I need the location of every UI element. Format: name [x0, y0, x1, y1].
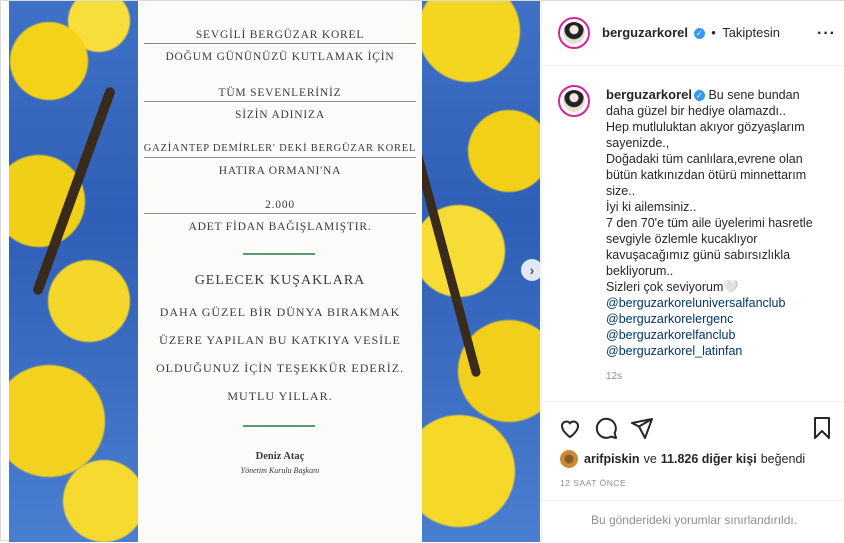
- cert-line: TÜM SEVENLERİNİZ: [218, 87, 342, 99]
- liker-username[interactable]: arifpiskin: [584, 452, 640, 466]
- caption-text: bekliyorum..: [606, 264, 674, 278]
- mention-link[interactable]: @berguzarkoreluniversalfanclub: [606, 295, 826, 311]
- certificate: SEVGİLİ BERGÜZAR KOREL DOĞUM GÜNÜNÜZÜ KU…: [138, 1, 422, 542]
- caption-text: daha güzel bir hediye olamazdı..: [606, 104, 786, 118]
- comment-icon[interactable]: [594, 416, 618, 440]
- action-bar: arifpiskin ve 11.826 diğer kişi beğendi …: [542, 401, 844, 542]
- mention-link[interactable]: @berguzarkorelergenc: [606, 311, 826, 327]
- caption-text: Bu sene bundan: [708, 88, 800, 102]
- caption-username[interactable]: berguzarkorel: [606, 87, 692, 102]
- mention-link[interactable]: @berguzarkorel_latinfan: [606, 343, 826, 359]
- signer-name: Deniz Ataç: [255, 451, 305, 462]
- caption-avatar[interactable]: [558, 85, 590, 117]
- follow-status[interactable]: Takiptesin: [722, 25, 780, 40]
- caption: berguzarkorel ✓ Bu sene bundan daha güzel…: [606, 87, 826, 359]
- cert-line: 2.000: [265, 199, 295, 211]
- separator: •: [711, 25, 716, 40]
- posted-ago[interactable]: 12 SAAT ÖNCE: [560, 478, 626, 488]
- cert-line: GAZİANTEP DEMİRLER' DEKİ BERGÜZAR KOREL: [143, 143, 417, 154]
- caption-text: kavuşacağımız günü sabırsızlıkla: [606, 248, 791, 262]
- cert-rule: [144, 43, 416, 44]
- likes-row: arifpiskin ve 11.826 diğer kişi beğendi: [560, 450, 805, 468]
- caption-text: Sizleri çok seviyorum🤍: [606, 280, 739, 294]
- caption-text: Hep mutluluktan akıyor gözyaşlarım: [606, 120, 805, 134]
- cert-line: SİZİN ADINIZA: [235, 109, 325, 121]
- mention-link[interactable]: @berguzarkorelfanclub: [606, 327, 826, 343]
- cert-line: DAHA GÜZEL BİR DÜNYA BIRAKMAK: [159, 305, 401, 319]
- comments-restricted-notice: Bu gönderideki yorumlar sınırlandırıldı.: [542, 500, 844, 543]
- cert-rule: [144, 101, 416, 102]
- branch-decor: [31, 85, 117, 297]
- signer-title: Yönetim Kurulu Başkanı: [240, 466, 320, 475]
- bookmark-icon[interactable]: [810, 416, 834, 440]
- cert-divider: [243, 425, 315, 427]
- heart-icon[interactable]: [558, 416, 582, 440]
- caption-text: Doğadaki tüm canlılara,evrene olan: [606, 152, 803, 166]
- caption-text: size..: [606, 184, 636, 198]
- share-icon[interactable]: [630, 416, 654, 440]
- verified-icon: ✓: [693, 28, 705, 39]
- next-image-button[interactable]: ›: [521, 259, 540, 281]
- cert-line: ADET FİDAN BAĞIŞLAMIŞTIR.: [188, 221, 372, 233]
- caption-text: sayenizde.,: [606, 136, 670, 150]
- caption-text: bütün katkınızdan ötürü minnettarım: [606, 168, 807, 182]
- likes-connector: ve: [643, 452, 657, 466]
- caption-text: İyi ki ailemsiniz..: [606, 200, 697, 214]
- more-dots-icon[interactable]: ···: [817, 25, 836, 43]
- chevron-right-icon: ›: [529, 262, 535, 278]
- cert-rule: [144, 213, 416, 214]
- cert-line: GELECEK KUŞAKLARA: [194, 273, 366, 288]
- cert-line: DOĞUM GÜNÜNÜZÜ KUTLAMAK İÇİN: [165, 51, 395, 63]
- cert-divider: [243, 253, 315, 255]
- cert-line: ÜZERE YAPILAN BU KATKIYA VESİLE: [159, 333, 401, 347]
- post-image[interactable]: SEVGİLİ BERGÜZAR KOREL DOĞUM GÜNÜNÜZÜ KU…: [9, 1, 540, 542]
- cert-line: SEVGİLİ BERGÜZAR KOREL: [195, 29, 365, 41]
- cert-line: OLDUĞUNUZ İÇİN TEŞEKKÜR EDERİZ.: [155, 361, 405, 375]
- cert-line: MUTLU YILLAR.: [227, 389, 333, 403]
- caption-time: 12s: [606, 371, 623, 382]
- likes-count[interactable]: 11.826 diğer kişi: [661, 452, 757, 466]
- post-dialog: SEVGİLİ BERGÜZAR KOREL DOĞUM GÜNÜNÜZÜ KU…: [0, 0, 844, 542]
- post-header: berguzarkorel ✓ • Takiptesin ···: [542, 1, 844, 66]
- post-side-panel: berguzarkorel ✓ • Takiptesin ··· berguza…: [541, 1, 844, 542]
- likes-suffix: beğendi: [760, 452, 806, 466]
- cert-rule: [144, 157, 416, 158]
- header-username[interactable]: berguzarkorel: [602, 25, 688, 40]
- header-user-row: berguzarkorel ✓ • Takiptesin: [602, 25, 780, 40]
- caption-text: sevgiyle özlemle kucaklıyor: [606, 232, 758, 246]
- liker-avatar[interactable]: [560, 450, 578, 468]
- cert-line: HATIRA ORMANI'NA: [218, 165, 342, 177]
- verified-icon: ✓: [693, 90, 705, 101]
- caption-text: 7 den 70'e tüm aile üyelerimi hasretle: [606, 216, 813, 230]
- caption-first-line: berguzarkorel ✓ Bu sene bundan: [606, 87, 826, 103]
- avatar-image: [563, 22, 585, 44]
- avatar[interactable]: [558, 17, 590, 49]
- avatar-image: [563, 90, 585, 112]
